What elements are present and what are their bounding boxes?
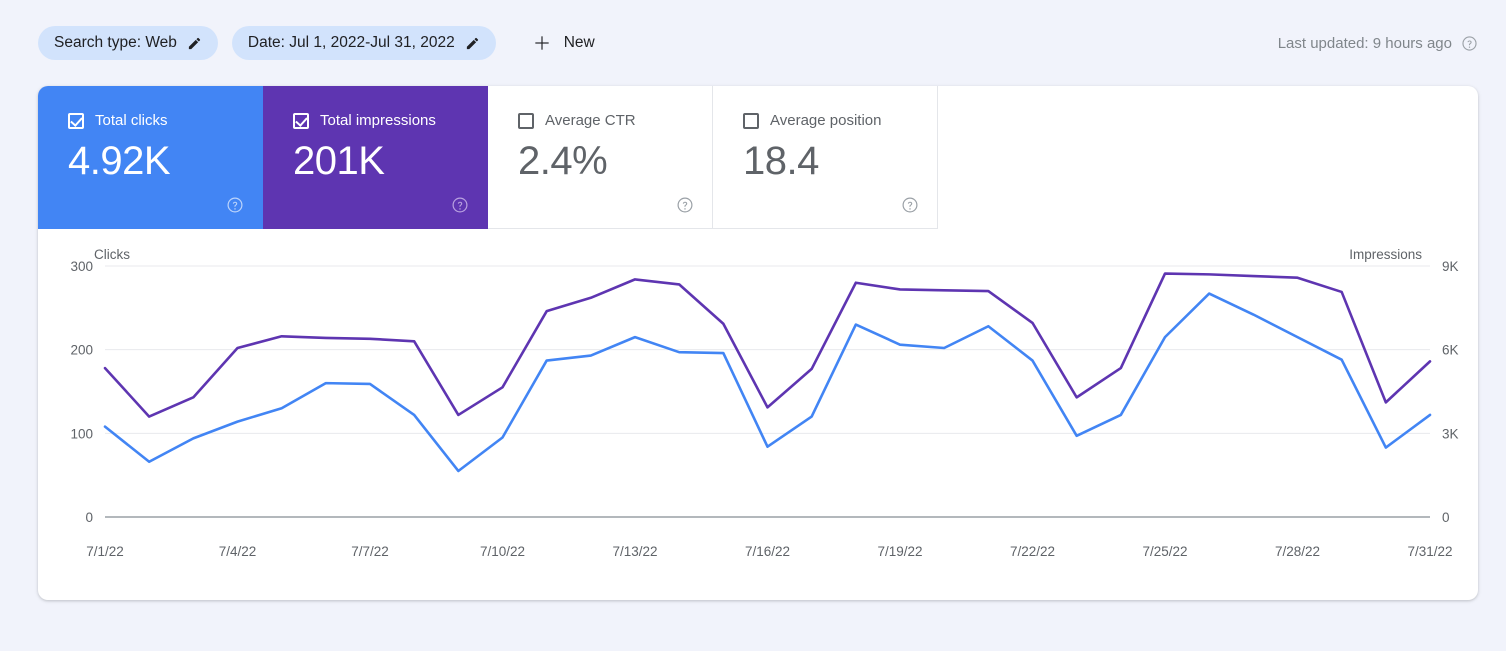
pencil-icon: [188, 37, 201, 49]
date-range-chip[interactable]: Date: Jul 1, 2022-Jul 31, 2022: [231, 26, 496, 60]
help-icon[interactable]: [226, 196, 244, 214]
x-tick-label: 7/25/22: [1142, 544, 1187, 559]
x-tick-label: 7/16/22: [745, 544, 790, 559]
pencil-icon: [466, 37, 478, 49]
last-updated-label: Last updated: 9 hours ago: [1277, 34, 1452, 52]
metric-card-value: 201K: [293, 139, 385, 183]
date-range-chip-label: Date: Jul 1, 2022-Jul 31, 2022: [247, 34, 455, 51]
right-tick-label: 9K: [1442, 259, 1459, 274]
last-updated-status: Last updated: 9 hours ago: [1278, 35, 1488, 52]
help-icon[interactable]: [451, 196, 469, 214]
performance-panel: Total clicks 4.92K Total impressions 201…: [38, 86, 1478, 600]
x-tick-label: 7/22/22: [1010, 544, 1055, 559]
search-type-chip-label: Search type: Web: [54, 34, 177, 51]
metric-card-header: Average position: [743, 112, 937, 129]
new-filter-button[interactable]: New: [520, 26, 607, 60]
filter-toolbar: Search type: Web Date: Jul 1, 2022-Jul 3…: [0, 0, 1506, 86]
x-tick-label: 7/1/22: [86, 544, 124, 559]
metric-card-header: Total clicks: [68, 112, 262, 129]
total-clicks-checkbox[interactable]: [68, 112, 84, 129]
left-tick-label: 100: [70, 426, 93, 441]
metric-card-header: Average CTR: [518, 112, 712, 129]
metric-card-value: 4.92K: [68, 139, 171, 183]
new-filter-label: New: [563, 34, 595, 51]
right-tick-label: 3K: [1442, 426, 1459, 441]
left-tick-label: 0: [85, 510, 93, 525]
metric-card-label: Average position: [770, 112, 882, 129]
left-tick-label: 200: [70, 343, 93, 358]
metric-card-average-position[interactable]: Average position 18.4: [713, 86, 938, 229]
performance-chart[interactable]: Clicks Impressions 300 9K 200 6K 100 3K 0 0 7/1/…: [38, 229, 1478, 600]
help-icon[interactable]: [1461, 35, 1478, 52]
search-type-chip[interactable]: Search type: Web: [38, 26, 218, 60]
x-tick-label: 7/7/22: [351, 544, 389, 559]
left-tick-label: 300: [70, 259, 93, 274]
x-tick-label: 7/4/22: [219, 544, 257, 559]
metric-card-label: Total clicks: [95, 112, 168, 129]
plus-icon: [535, 36, 549, 50]
average-position-checkbox[interactable]: [743, 112, 759, 129]
metric-card-value: 2.4%: [518, 139, 608, 183]
help-icon[interactable]: [901, 196, 919, 214]
total-impressions-checkbox[interactable]: [293, 112, 309, 129]
metric-card-label: Average CTR: [545, 112, 636, 129]
metric-card-value: 18.4: [743, 139, 819, 183]
metric-card-header: Total impressions: [293, 112, 487, 129]
metric-cards: Total clicks 4.92K Total impressions 201…: [38, 86, 938, 229]
metric-card-total-impressions[interactable]: Total impressions 201K: [263, 86, 488, 229]
x-tick-label: 7/10/22: [480, 544, 525, 559]
x-tick-label: 7/28/22: [1275, 544, 1320, 559]
x-tick-label: 7/19/22: [877, 544, 922, 559]
metric-card-total-clicks[interactable]: Total clicks 4.92K: [38, 86, 263, 229]
x-tick-label: 7/31/22: [1407, 544, 1452, 559]
help-icon[interactable]: [676, 196, 694, 214]
right-tick-label: 6K: [1442, 343, 1459, 358]
metric-card-label: Total impressions: [320, 112, 436, 129]
series-line-total-clicks[interactable]: [103, 292, 1432, 473]
metric-card-average-ctr[interactable]: Average CTR 2.4%: [488, 86, 713, 229]
chart-canvas[interactable]: 300 9K 200 6K 100 3K 0 0 7/1/22 7/4/22 7/7/22 7/10/…: [38, 229, 1478, 600]
right-tick-label: 0: [1442, 510, 1450, 525]
x-tick-label: 7/13/22: [612, 544, 657, 559]
average-ctr-checkbox[interactable]: [518, 112, 534, 129]
